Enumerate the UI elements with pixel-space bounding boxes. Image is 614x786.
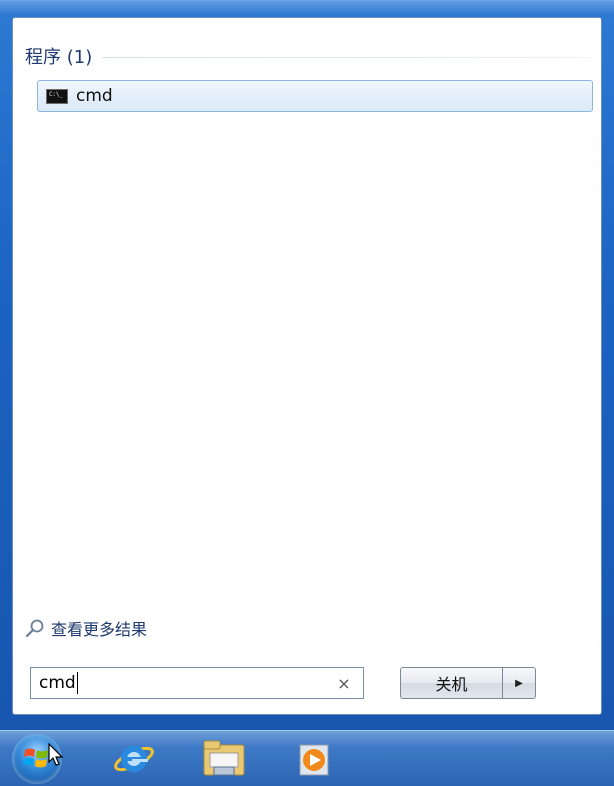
start-menu: 程序 (1) C:\_ cmd 查看更多结果 cmd × 关机 ▶: [0, 0, 614, 730]
taskbar: [0, 730, 614, 786]
search-icon: [25, 619, 44, 638]
results-group-header: 程序 (1): [25, 46, 591, 68]
search-results-panel: 程序 (1) C:\_ cmd 查看更多结果: [12, 17, 602, 715]
group-title: 程序 (1): [25, 47, 93, 68]
result-label: cmd: [76, 86, 113, 106]
search-input-value: cmd: [39, 672, 78, 694]
see-more-label: 查看更多结果: [51, 620, 148, 639]
shutdown-options-button[interactable]: ▶: [502, 667, 536, 699]
shutdown-button[interactable]: 关机: [400, 667, 502, 699]
mouse-cursor-icon: [48, 743, 64, 766]
shutdown-control: 关机 ▶: [400, 667, 536, 699]
media-player-icon[interactable]: [292, 737, 340, 781]
windows-explorer-icon[interactable]: [200, 737, 248, 781]
internet-explorer-icon[interactable]: [110, 737, 158, 781]
result-item-cmd[interactable]: C:\_ cmd: [37, 80, 593, 112]
see-more-results-link[interactable]: 查看更多结果: [25, 616, 147, 640]
search-input[interactable]: cmd ×: [30, 667, 364, 699]
command-prompt-icon: C:\_: [46, 88, 68, 104]
chevron-right-icon: ▶: [515, 677, 523, 689]
group-divider: [102, 56, 591, 58]
close-icon[interactable]: ×: [335, 674, 353, 693]
